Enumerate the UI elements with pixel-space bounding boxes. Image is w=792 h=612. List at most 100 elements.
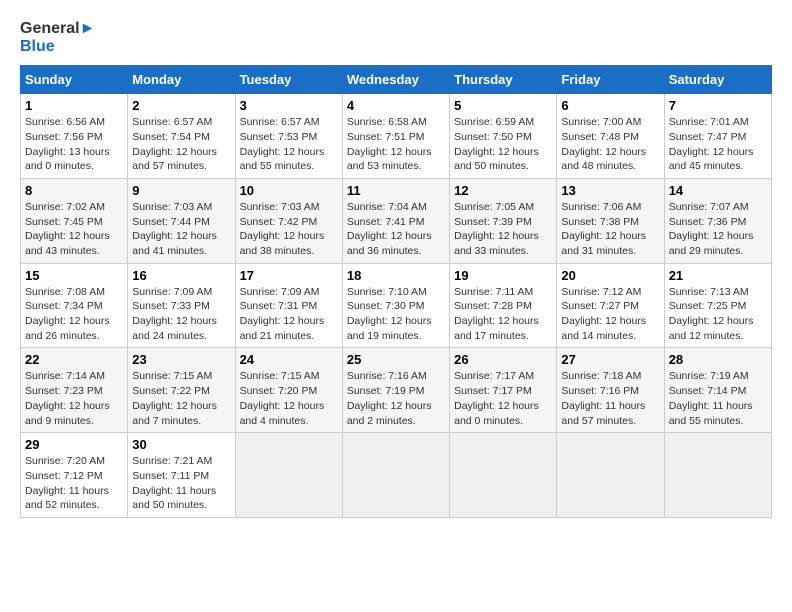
day-info: Sunrise: 7:19 AMSunset: 7:14 PMDaylight:… — [669, 369, 767, 428]
calendar-cell: 30 Sunrise: 7:21 AMSunset: 7:11 PMDayligh… — [128, 433, 235, 518]
calendar-cell: 16Sunrise: 7:09 AMSunset: 7:33 PMDayligh… — [128, 263, 235, 348]
day-number: 30 — [132, 437, 230, 452]
calendar-cell: 10 Sunrise: 7:03 AMSunset: 7:42 PMDayligh… — [235, 178, 342, 263]
calendar-cell: 27Sunrise: 7:18 AMSunset: 7:16 PMDayligh… — [557, 348, 664, 433]
calendar-week-5: 29 Sunrise: 7:20 AMSunset: 7:12 PMDayligh… — [21, 433, 772, 518]
calendar-week-2: 8 Sunrise: 7:02 AMSunset: 7:45 PMDaylight… — [21, 178, 772, 263]
calendar-week-1: 1 Sunrise: 6:56 AMSunset: 7:56 PMDaylight… — [21, 94, 772, 179]
calendar-cell: 14Sunrise: 7:07 AMSunset: 7:36 PMDayligh… — [664, 178, 771, 263]
day-number: 28 — [669, 352, 767, 367]
calendar-cell — [664, 433, 771, 518]
day-info: Sunrise: 7:02 AMSunset: 7:45 PMDaylight:… — [25, 200, 123, 259]
day-number: 10 — [240, 183, 338, 198]
calendar-cell: 21 Sunrise: 7:13 AMSunset: 7:25 PMDayligh… — [664, 263, 771, 348]
day-number: 25 — [347, 352, 445, 367]
day-info: Sunrise: 7:15 AMSunset: 7:20 PMDaylight:… — [240, 369, 338, 428]
calendar-cell: 22 Sunrise: 7:14 AMSunset: 7:23 PMDayligh… — [21, 348, 128, 433]
day-number: 4 — [347, 98, 445, 113]
logo-container: General► Blue — [20, 20, 95, 55]
calendar-week-3: 15Sunrise: 7:08 AMSunset: 7:34 PMDayligh… — [21, 263, 772, 348]
day-info: Sunrise: 7:01 AMSunset: 7:47 PMDaylight:… — [669, 115, 767, 174]
calendar-cell: 15Sunrise: 7:08 AMSunset: 7:34 PMDayligh… — [21, 263, 128, 348]
calendar-cell: 5 Sunrise: 6:59 AMSunset: 7:50 PMDaylight… — [450, 94, 557, 179]
calendar-cell: 17 Sunrise: 7:09 AMSunset: 7:31 PMDayligh… — [235, 263, 342, 348]
calendar-cell: 18 Sunrise: 7:10 AMSunset: 7:30 PMDayligh… — [342, 263, 449, 348]
col-friday: Friday — [557, 66, 664, 94]
day-number: 8 — [25, 183, 123, 198]
day-number: 17 — [240, 268, 338, 283]
day-info: Sunrise: 7:03 AMSunset: 7:42 PMDaylight:… — [240, 200, 338, 259]
day-number: 2 — [132, 98, 230, 113]
calendar-cell: 1 Sunrise: 6:56 AMSunset: 7:56 PMDaylight… — [21, 94, 128, 179]
col-tuesday: Tuesday — [235, 66, 342, 94]
day-info: Sunrise: 7:00 AMSunset: 7:48 PMDaylight:… — [561, 115, 659, 174]
day-info: Sunrise: 7:09 AMSunset: 7:31 PMDaylight:… — [240, 285, 338, 344]
day-info: Sunrise: 7:18 AMSunset: 7:16 PMDaylight:… — [561, 369, 659, 428]
calendar-cell: 11Sunrise: 7:04 AMSunset: 7:41 PMDayligh… — [342, 178, 449, 263]
day-info: Sunrise: 7:12 AMSunset: 7:27 PMDaylight:… — [561, 285, 659, 344]
col-saturday: Saturday — [664, 66, 771, 94]
day-info: Sunrise: 7:10 AMSunset: 7:30 PMDaylight:… — [347, 285, 445, 344]
header: General► Blue — [20, 20, 772, 55]
day-info: Sunrise: 6:56 AMSunset: 7:56 PMDaylight:… — [25, 115, 123, 174]
day-info: Sunrise: 6:57 AMSunset: 7:54 PMDaylight:… — [132, 115, 230, 174]
day-info: Sunrise: 7:14 AMSunset: 7:23 PMDaylight:… — [25, 369, 123, 428]
day-number: 22 — [25, 352, 123, 367]
calendar-cell: 24Sunrise: 7:15 AMSunset: 7:20 PMDayligh… — [235, 348, 342, 433]
day-number: 11 — [347, 183, 445, 198]
calendar-cell: 25 Sunrise: 7:16 AMSunset: 7:19 PMDayligh… — [342, 348, 449, 433]
day-number: 18 — [347, 268, 445, 283]
col-monday: Monday — [128, 66, 235, 94]
day-info: Sunrise: 7:20 AMSunset: 7:12 PMDaylight:… — [25, 454, 123, 513]
calendar-cell: 19 Sunrise: 7:11 AMSunset: 7:28 PMDayligh… — [450, 263, 557, 348]
calendar-cell: 13 Sunrise: 7:06 AMSunset: 7:38 PMDayligh… — [557, 178, 664, 263]
calendar-cell — [557, 433, 664, 518]
day-number: 23 — [132, 352, 230, 367]
logo-blue: Blue — [20, 38, 95, 56]
day-number: 16 — [132, 268, 230, 283]
col-sunday: Sunday — [21, 66, 128, 94]
day-number: 9 — [132, 183, 230, 198]
day-info: Sunrise: 7:07 AMSunset: 7:36 PMDaylight:… — [669, 200, 767, 259]
day-info: Sunrise: 7:17 AMSunset: 7:17 PMDaylight:… — [454, 369, 552, 428]
day-number: 5 — [454, 98, 552, 113]
day-info: Sunrise: 7:11 AMSunset: 7:28 PMDaylight:… — [454, 285, 552, 344]
calendar-cell: 9 Sunrise: 7:03 AMSunset: 7:44 PMDaylight… — [128, 178, 235, 263]
calendar-cell: 26 Sunrise: 7:17 AMSunset: 7:17 PMDayligh… — [450, 348, 557, 433]
day-number: 7 — [669, 98, 767, 113]
day-number: 12 — [454, 183, 552, 198]
day-number: 6 — [561, 98, 659, 113]
day-info: Sunrise: 7:03 AMSunset: 7:44 PMDaylight:… — [132, 200, 230, 259]
calendar-cell: 4 Sunrise: 6:58 AMSunset: 7:51 PMDaylight… — [342, 94, 449, 179]
day-info: Sunrise: 7:16 AMSunset: 7:19 PMDaylight:… — [347, 369, 445, 428]
day-number: 13 — [561, 183, 659, 198]
calendar-cell: 28 Sunrise: 7:19 AMSunset: 7:14 PMDayligh… — [664, 348, 771, 433]
calendar-week-4: 22 Sunrise: 7:14 AMSunset: 7:23 PMDayligh… — [21, 348, 772, 433]
calendar-table: Sunday Monday Tuesday Wednesday Thursday… — [20, 65, 772, 518]
day-info: Sunrise: 7:21 AMSunset: 7:11 PMDaylight:… — [132, 454, 230, 513]
day-number: 20 — [561, 268, 659, 283]
calendar-cell: 8 Sunrise: 7:02 AMSunset: 7:45 PMDaylight… — [21, 178, 128, 263]
header-row: Sunday Monday Tuesday Wednesday Thursday… — [21, 66, 772, 94]
day-number: 1 — [25, 98, 123, 113]
day-number: 19 — [454, 268, 552, 283]
calendar-cell: 6 Sunrise: 7:00 AMSunset: 7:48 PMDaylight… — [557, 94, 664, 179]
day-info: Sunrise: 7:06 AMSunset: 7:38 PMDaylight:… — [561, 200, 659, 259]
calendar-cell: 2 Sunrise: 6:57 AMSunset: 7:54 PMDaylight… — [128, 94, 235, 179]
day-info: Sunrise: 6:58 AMSunset: 7:51 PMDaylight:… — [347, 115, 445, 174]
day-info: Sunrise: 6:57 AMSunset: 7:53 PMDaylight:… — [240, 115, 338, 174]
col-thursday: Thursday — [450, 66, 557, 94]
day-number: 3 — [240, 98, 338, 113]
logo: General► Blue — [20, 20, 95, 55]
day-number: 29 — [25, 437, 123, 452]
calendar-cell: 3 Sunrise: 6:57 AMSunset: 7:53 PMDaylight… — [235, 94, 342, 179]
col-wednesday: Wednesday — [342, 66, 449, 94]
day-number: 21 — [669, 268, 767, 283]
calendar-cell: 29 Sunrise: 7:20 AMSunset: 7:12 PMDayligh… — [21, 433, 128, 518]
day-info: Sunrise: 7:13 AMSunset: 7:25 PMDaylight:… — [669, 285, 767, 344]
day-info: Sunrise: 6:59 AMSunset: 7:50 PMDaylight:… — [454, 115, 552, 174]
day-number: 26 — [454, 352, 552, 367]
day-info: Sunrise: 7:05 AMSunset: 7:39 PMDaylight:… — [454, 200, 552, 259]
day-info: Sunrise: 7:15 AMSunset: 7:22 PMDaylight:… — [132, 369, 230, 428]
day-number: 15 — [25, 268, 123, 283]
